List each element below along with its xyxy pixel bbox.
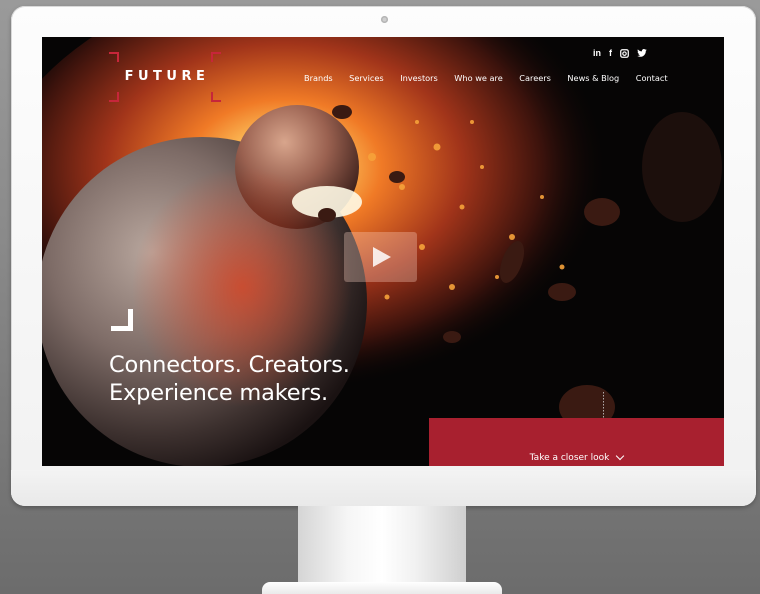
monitor-chin xyxy=(11,470,756,506)
take-closer-look-button[interactable]: Take a closer look xyxy=(429,451,724,463)
nav-item-news-blog[interactable]: News & Blog xyxy=(567,73,619,83)
play-icon xyxy=(373,247,391,267)
nav-item-services[interactable]: Services xyxy=(349,73,384,83)
nav-item-contact[interactable]: Contact xyxy=(636,73,668,83)
logo-corner xyxy=(109,52,119,62)
nav-item-careers[interactable]: Careers xyxy=(519,73,551,83)
play-video-button[interactable] xyxy=(344,232,417,282)
nav-item-brands[interactable]: Brands xyxy=(304,73,333,83)
hero-headline: Connectors. Creators. Experience makers. xyxy=(109,351,350,407)
nav-item-who-we-are[interactable]: Who we are xyxy=(454,73,502,83)
hero-corner-mark xyxy=(111,309,133,331)
cta-label: Take a closer look xyxy=(529,453,610,463)
main-nav: Brands Services Investors Who we are Car… xyxy=(304,73,668,83)
take-closer-look-panel[interactable]: Take a closer look xyxy=(429,418,724,466)
future-logo[interactable]: FUTURE xyxy=(109,52,221,102)
facebook-icon[interactable]: f xyxy=(609,47,612,59)
logo-corner xyxy=(211,52,221,62)
logo-corner xyxy=(211,92,221,102)
instagram-icon[interactable] xyxy=(620,47,629,59)
social-links: in f xyxy=(593,47,647,59)
twitter-icon[interactable] xyxy=(637,47,647,59)
hero-headline-line1: Connectors. Creators. xyxy=(109,352,350,378)
logo-corner xyxy=(109,92,119,102)
linkedin-icon[interactable]: in xyxy=(593,47,601,59)
webcam xyxy=(381,16,388,23)
hero-headline-line2: Experience makers. xyxy=(109,380,328,406)
monitor-stand-base xyxy=(262,582,502,594)
website-screen: FUTURE in f Brands Services Investors Wh… xyxy=(42,37,724,466)
chevron-down-icon xyxy=(616,451,625,461)
nav-item-investors[interactable]: Investors xyxy=(400,73,438,83)
logo-text: FUTURE xyxy=(124,69,210,84)
monitor-stand xyxy=(298,506,466,586)
